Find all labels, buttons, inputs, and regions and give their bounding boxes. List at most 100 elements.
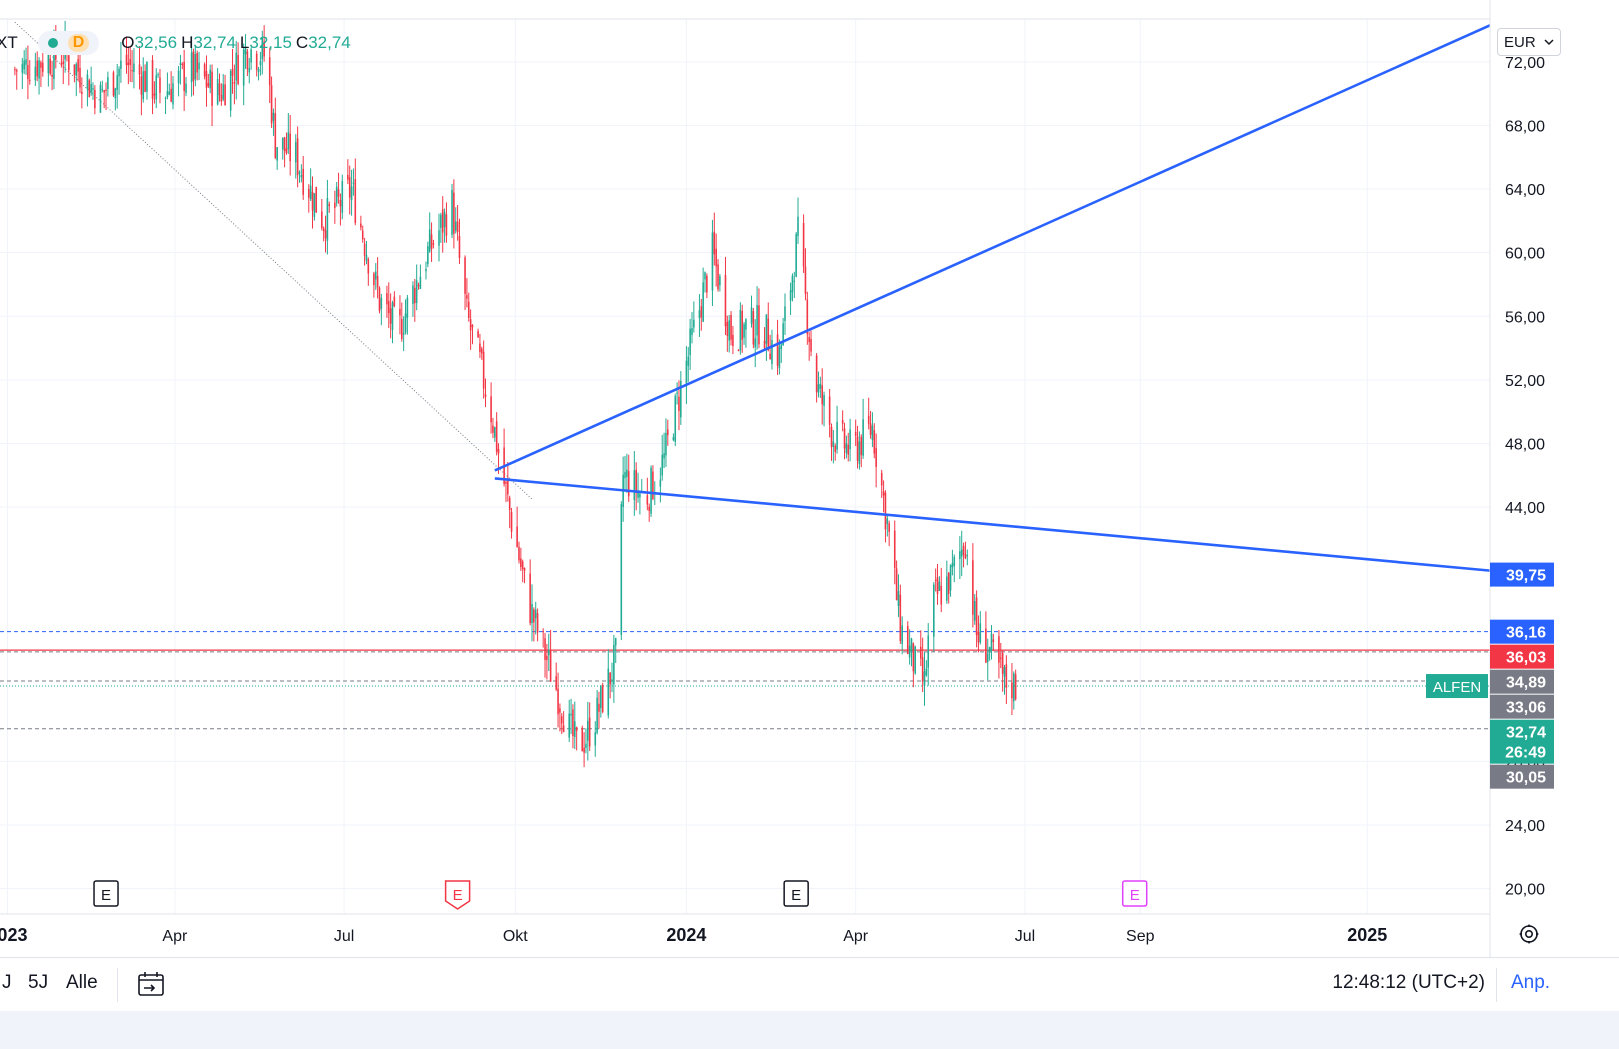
candle-body bbox=[886, 518, 889, 524]
candle-body bbox=[41, 62, 44, 72]
candle-body bbox=[438, 230, 440, 246]
candle-body bbox=[966, 554, 969, 556]
candle-body bbox=[523, 567, 526, 571]
candle-body bbox=[559, 708, 561, 713]
candle-body bbox=[466, 295, 468, 299]
candle-body bbox=[702, 282, 704, 322]
candle-body bbox=[374, 271, 377, 280]
candle-body bbox=[1001, 653, 1004, 674]
candle-body bbox=[611, 679, 613, 681]
candle-body bbox=[464, 257, 466, 294]
candle-body bbox=[181, 63, 184, 65]
candle-body bbox=[650, 467, 652, 514]
dotted-line[interactable] bbox=[14, 21, 533, 500]
candle-body bbox=[131, 70, 133, 72]
candle-body bbox=[933, 584, 935, 637]
candle-body bbox=[21, 63, 24, 73]
candle-body bbox=[830, 426, 833, 448]
range-button-all[interactable]: Alle bbox=[66, 972, 98, 994]
candle-body bbox=[376, 275, 379, 288]
toolbar-divider bbox=[117, 968, 118, 1002]
candle-body bbox=[810, 339, 812, 352]
candle-body bbox=[960, 549, 963, 557]
candle-body bbox=[988, 647, 991, 653]
candle-body bbox=[847, 444, 850, 455]
candle-body bbox=[112, 72, 115, 96]
candle-body bbox=[990, 633, 993, 651]
candle-body bbox=[962, 545, 965, 555]
candle-body bbox=[802, 223, 805, 267]
range-button-5y[interactable]: 5J bbox=[28, 972, 48, 994]
earnings-markers[interactable]: EEEE bbox=[93, 880, 1148, 910]
candle-body bbox=[520, 558, 522, 568]
candle-body bbox=[458, 236, 461, 258]
candle-body bbox=[546, 655, 548, 661]
candle-body bbox=[895, 568, 898, 601]
candle-body bbox=[646, 495, 649, 505]
candle-body bbox=[300, 174, 303, 178]
range-button-1y[interactable]: J bbox=[2, 972, 12, 994]
candle-body bbox=[713, 231, 716, 255]
price-label: 39,75 bbox=[1490, 562, 1554, 587]
open-key: O bbox=[121, 33, 135, 52]
trendline[interactable] bbox=[494, 24, 1491, 472]
clock-display[interactable]: 12:48:12 (UTC+2) bbox=[1332, 972, 1485, 994]
candle-body bbox=[923, 671, 926, 686]
candle-body bbox=[170, 88, 172, 102]
candle-body bbox=[860, 436, 863, 456]
currency-select[interactable]: EUR bbox=[1497, 28, 1561, 56]
settings-gear-icon[interactable] bbox=[1517, 922, 1541, 946]
candle-body bbox=[453, 192, 455, 234]
candle-body bbox=[953, 556, 956, 567]
candle-body bbox=[667, 429, 669, 436]
candle-body bbox=[477, 331, 479, 338]
interval-badge: D bbox=[67, 34, 90, 52]
candle-body bbox=[1014, 674, 1017, 700]
candle-body bbox=[627, 471, 630, 497]
candle-body bbox=[1003, 667, 1006, 677]
y-tick-label: 72,00 bbox=[1505, 55, 1545, 72]
time-axis[interactable]: 2023 Apr Jul Okt 2024 Apr Jul Sep 2025 bbox=[0, 925, 1387, 945]
candle-body bbox=[129, 58, 132, 65]
candle-body bbox=[415, 280, 418, 303]
candle-body bbox=[999, 657, 1002, 659]
candle-body bbox=[494, 427, 496, 438]
earnings-marker[interactable]: E bbox=[1121, 880, 1148, 907]
candle-body bbox=[771, 339, 773, 364]
status-pill[interactable]: D bbox=[37, 31, 100, 55]
earnings-marker[interactable]: E bbox=[93, 880, 119, 907]
candle-body bbox=[307, 189, 310, 198]
calendar-goto-icon[interactable] bbox=[136, 969, 166, 999]
candle-body bbox=[596, 697, 598, 733]
candle-body bbox=[726, 322, 729, 336]
candle-body bbox=[633, 470, 636, 501]
candle-body bbox=[138, 64, 141, 75]
candle-body bbox=[14, 69, 16, 71]
candle-body bbox=[560, 716, 563, 724]
candle-body bbox=[146, 62, 148, 92]
candle-body bbox=[393, 296, 396, 307]
candle-body bbox=[871, 425, 874, 441]
candle-body bbox=[626, 469, 628, 477]
earnings-label: E bbox=[101, 887, 111, 904]
candle-body bbox=[456, 221, 459, 232]
candle-body bbox=[386, 293, 388, 305]
earnings-marker[interactable]: E bbox=[783, 880, 809, 907]
candle-body bbox=[845, 443, 848, 454]
candle-body bbox=[203, 64, 206, 77]
candle-body bbox=[183, 61, 185, 91]
candle-body bbox=[155, 75, 158, 100]
candle-body bbox=[756, 305, 758, 336]
price-label: 34,89 bbox=[1490, 669, 1554, 694]
trendline[interactable] bbox=[494, 477, 1491, 572]
trendlines[interactable] bbox=[494, 24, 1491, 572]
candle-body bbox=[959, 551, 961, 559]
candle-body bbox=[484, 394, 487, 397]
price-chart[interactable]: E E E E 72,00 68,00 64,00 60,00 56,00 52,00 48,00… bbox=[0, 0, 1619, 957]
candle-body bbox=[467, 301, 470, 319]
candle-body bbox=[730, 315, 732, 340]
adjust-button[interactable]: Anp. bbox=[1511, 972, 1550, 994]
candle-body bbox=[233, 82, 236, 84]
y-tick-label: 64,00 bbox=[1505, 182, 1545, 199]
earnings-marker[interactable]: E bbox=[444, 880, 471, 910]
